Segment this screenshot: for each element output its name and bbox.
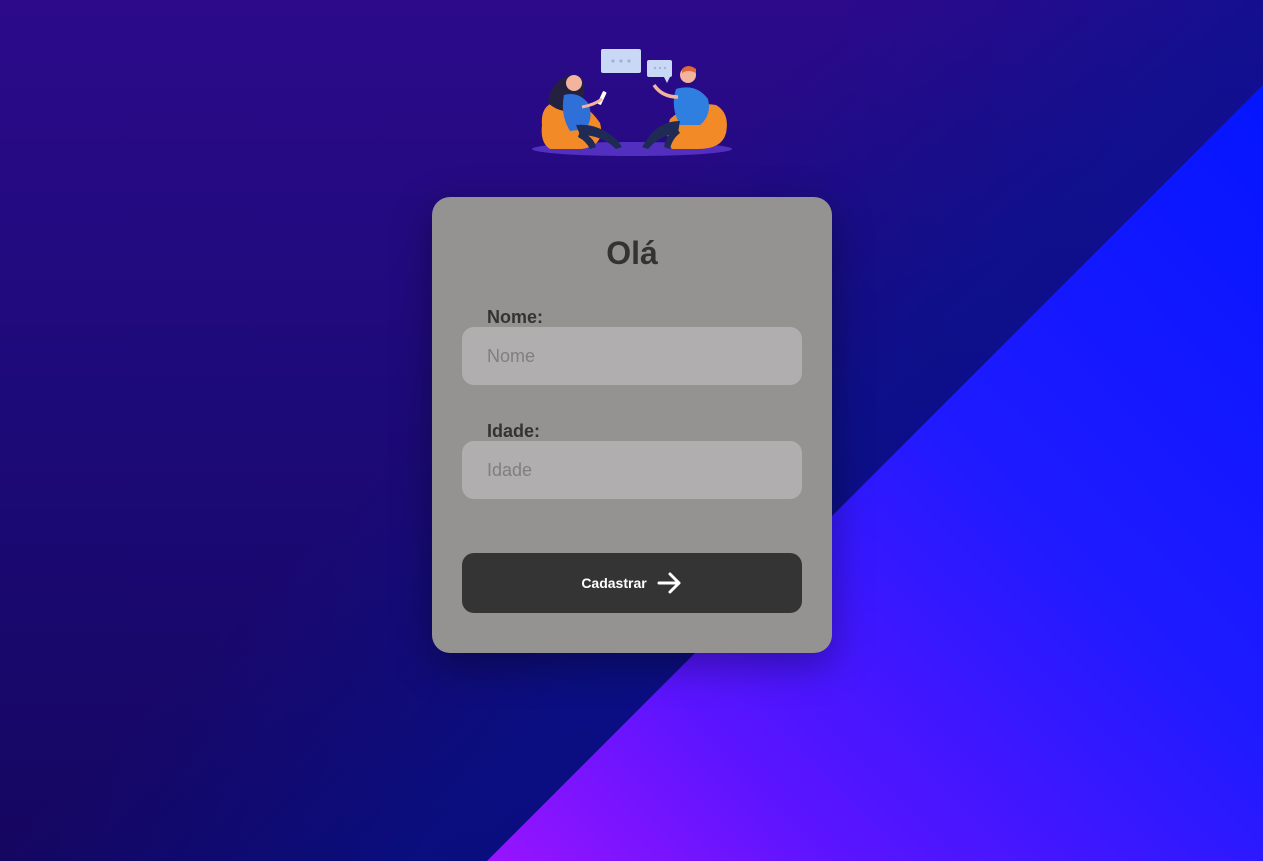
age-input[interactable] <box>462 441 802 499</box>
card-title: Olá <box>606 235 658 271</box>
age-label: Idade: <box>487 421 541 441</box>
name-label: Nome: <box>487 307 544 327</box>
cadastrar-button[interactable]: Cadastrar <box>462 553 802 613</box>
people-chatting-illustration <box>530 45 734 161</box>
arrow-right-icon <box>657 572 683 594</box>
cadastrar-button-label: Cadastrar <box>581 575 647 591</box>
name-input[interactable] <box>462 327 802 385</box>
registration-card: Olá Nome: Idade: Cadastrar <box>432 197 832 653</box>
